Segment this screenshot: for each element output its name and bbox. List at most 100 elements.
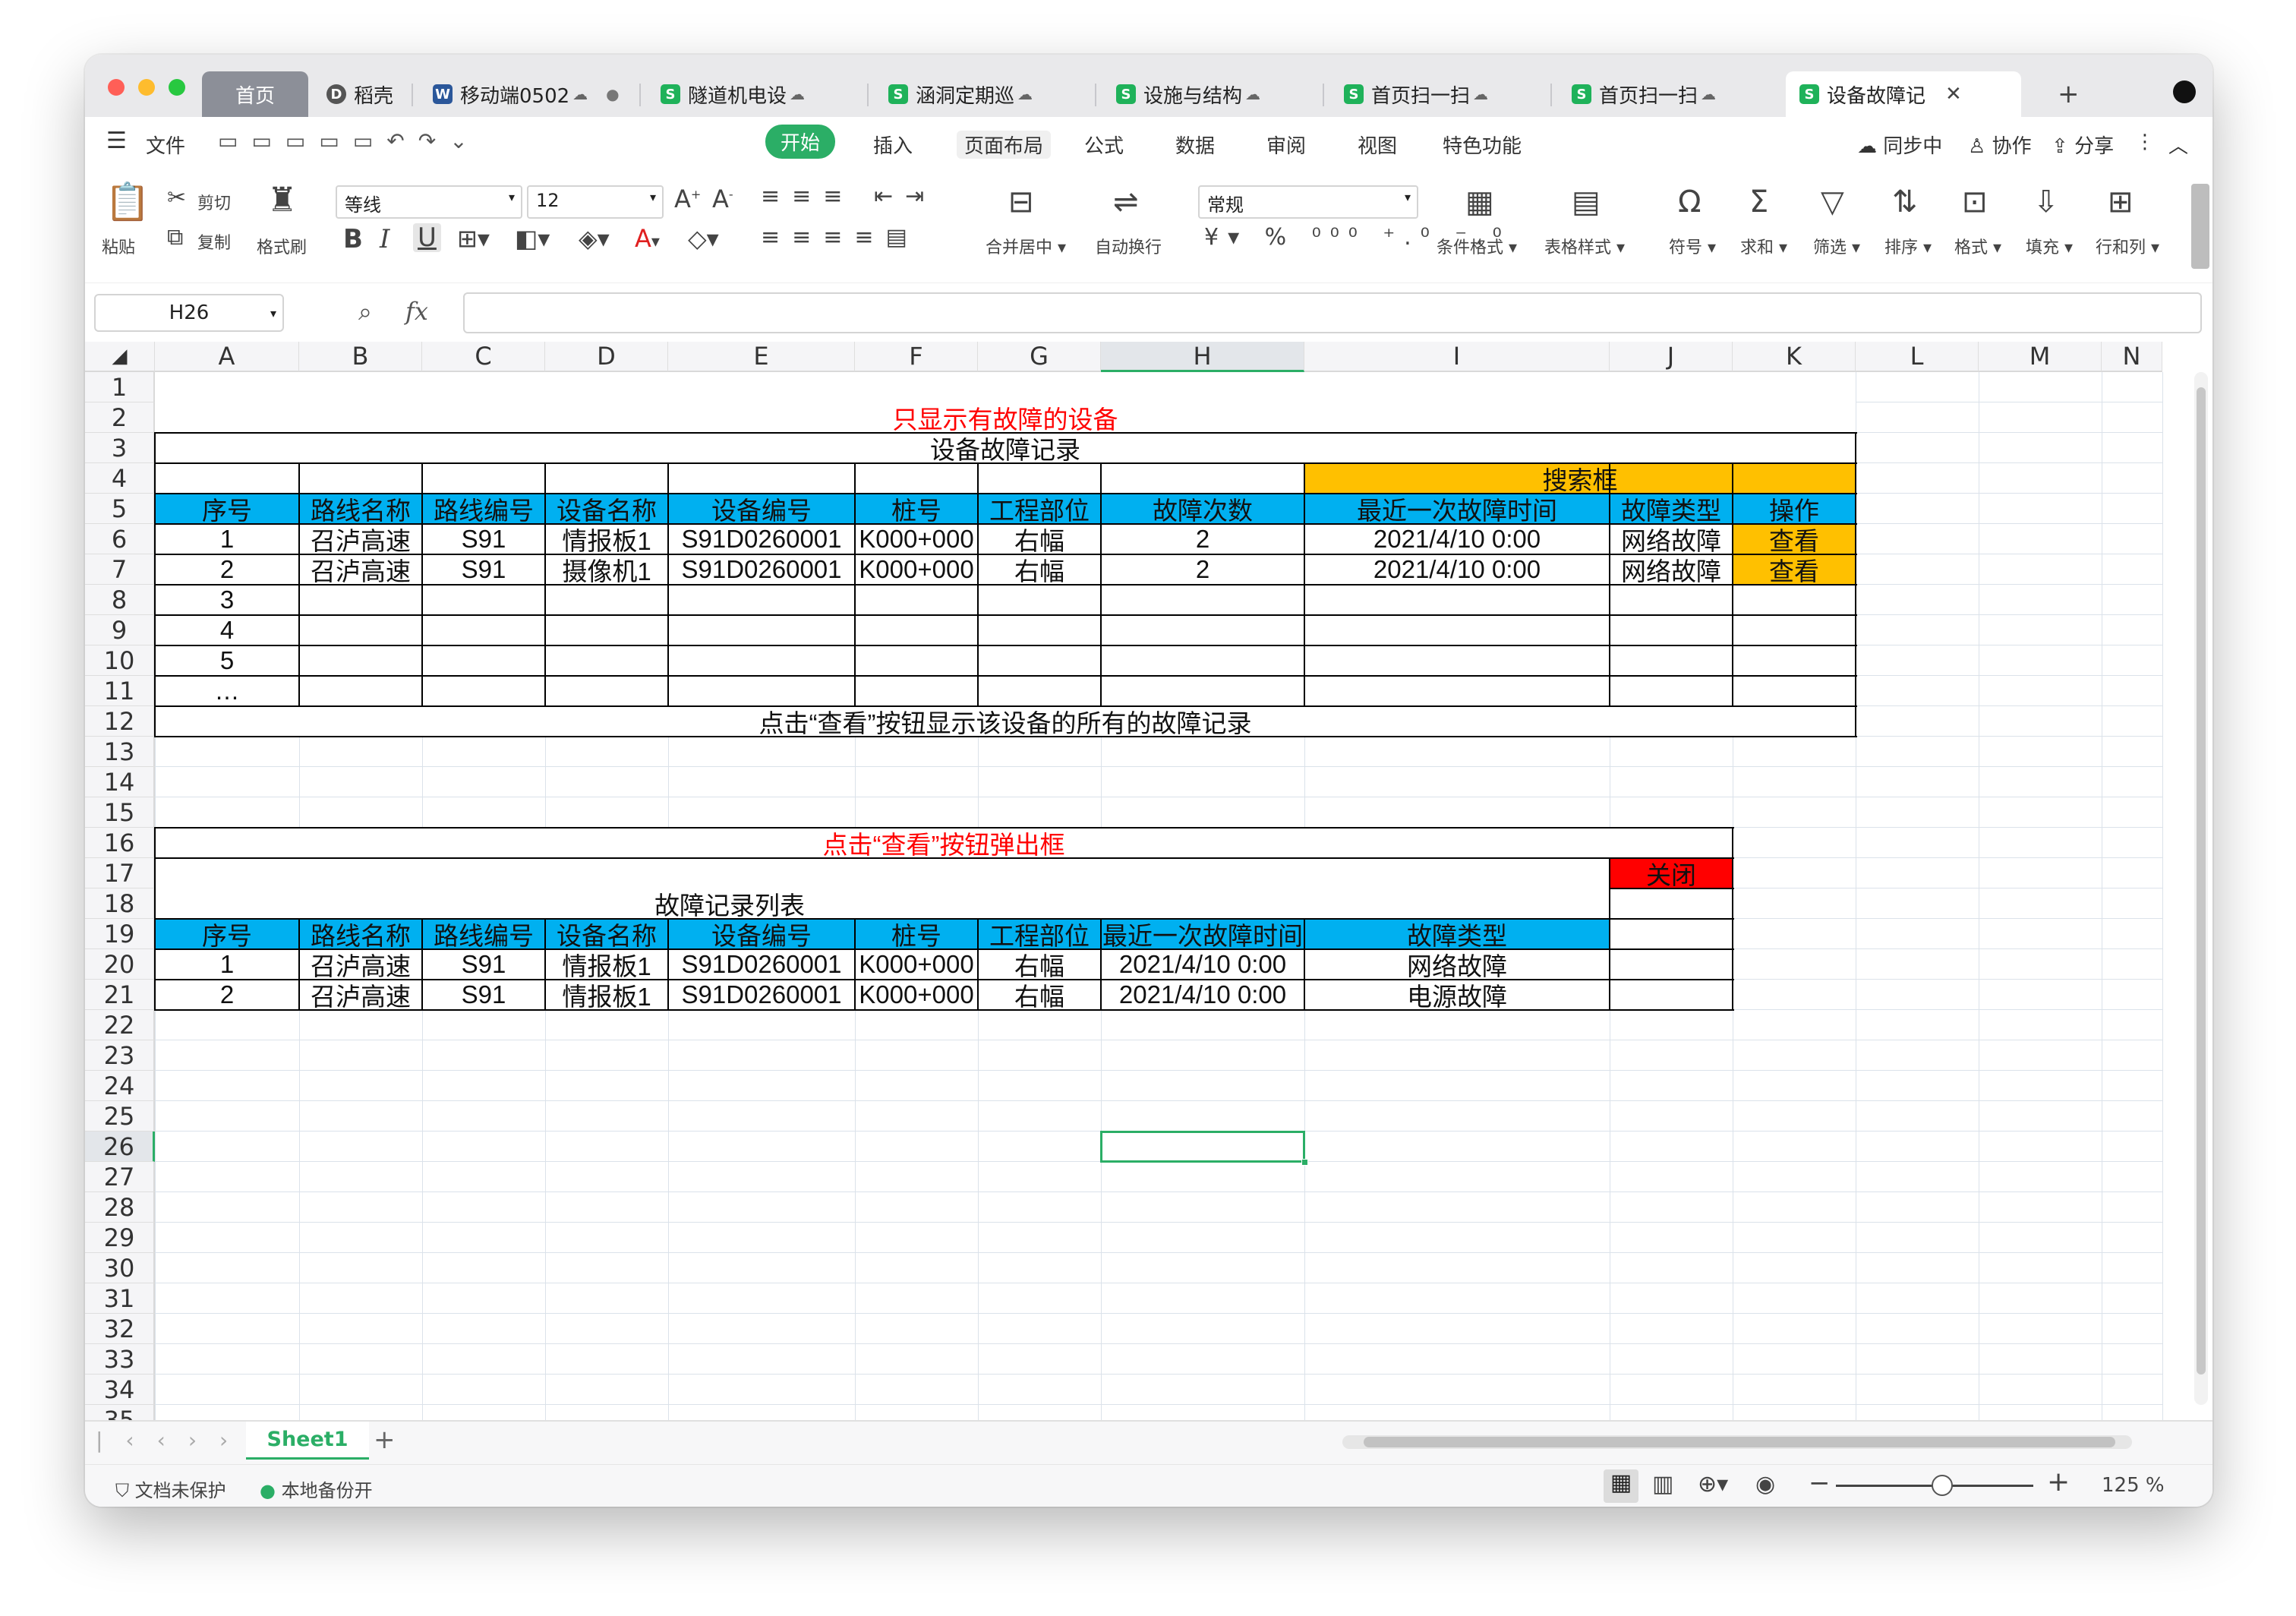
- row-header-15[interactable]: 15: [85, 797, 155, 828]
- tab-scan-1[interactable]: S 首页扫一扫 ☁: [1330, 71, 1550, 117]
- user-avatar[interactable]: [2173, 80, 2196, 103]
- column-header-m[interactable]: M: [1979, 342, 2102, 372]
- font-name-select[interactable]: 等线 ▾: [336, 185, 522, 219]
- wrap-text-icon[interactable]: ⇌: [1113, 187, 1139, 217]
- column-header-f[interactable]: F: [855, 342, 978, 372]
- symbol-button[interactable]: 符号 ▾: [1669, 234, 1716, 258]
- increase-font-icon[interactable]: A+: [674, 187, 701, 211]
- fill-button[interactable]: 填充 ▾: [2026, 234, 2073, 258]
- close-tab-icon[interactable]: ✕: [1945, 83, 1962, 106]
- tab-mobile[interactable]: W 移动端0502 ☁ ●: [419, 71, 639, 117]
- menu-tab-special[interactable]: 特色功能: [1443, 131, 1522, 159]
- zoom-slider[interactable]: [1836, 1475, 2033, 1496]
- collab-button[interactable]: ♙ 协作: [1968, 131, 2032, 159]
- file-menu[interactable]: 文件: [146, 131, 185, 159]
- tab-facility[interactable]: S 设施与结构 ☁: [1102, 71, 1323, 117]
- fill-handle[interactable]: [1301, 1159, 1308, 1166]
- cut-button[interactable]: 剪切: [197, 190, 231, 214]
- italic-icon[interactable]: I: [380, 226, 390, 252]
- zoom-out-button[interactable]: −: [1809, 1468, 1831, 1498]
- row-col-button[interactable]: 行和列 ▾: [2096, 234, 2159, 258]
- row-header-21[interactable]: 21: [85, 980, 155, 1010]
- align-vertical-icons[interactable]: ≡≡≡ ⇤⇥: [761, 185, 936, 208]
- sort-button[interactable]: 排序 ▾: [1884, 234, 1932, 258]
- view-button[interactable]: 查看: [1733, 524, 1856, 554]
- format-icon[interactable]: ⊡: [1962, 187, 1988, 217]
- row-header-2[interactable]: 2: [85, 402, 155, 433]
- column-header-c[interactable]: C: [422, 342, 545, 372]
- format-painter-icon[interactable]: ♜: [267, 184, 297, 217]
- column-header-n[interactable]: N: [2102, 342, 2162, 372]
- row-header-22[interactable]: 22: [85, 1010, 155, 1040]
- sum-button[interactable]: 求和 ▾: [1740, 234, 1787, 258]
- tab-home[interactable]: 首页: [202, 71, 308, 117]
- font-color-icon[interactable]: A▾: [635, 226, 660, 251]
- close-window-button[interactable]: [108, 79, 125, 96]
- row-header-13[interactable]: 13: [85, 737, 155, 767]
- tab-fault-record[interactable]: S 设备故障记 ✕: [1786, 71, 2021, 117]
- row-header-10[interactable]: 10: [85, 645, 155, 676]
- protect-status[interactable]: ⛉ 文档未保护: [115, 1476, 226, 1502]
- selected-cell-h26[interactable]: [1100, 1131, 1305, 1163]
- filter-icon[interactable]: ▽: [1821, 187, 1844, 217]
- conditional-format-icon[interactable]: ▦: [1465, 187, 1494, 217]
- tab-tunnel[interactable]: S 隧道机电设 ☁: [647, 71, 867, 117]
- format-button[interactable]: 格式 ▾: [1954, 234, 2001, 258]
- row-header-19[interactable]: 19: [85, 919, 155, 949]
- paste-icon[interactable]: 📋: [105, 184, 150, 220]
- menu-tab-start[interactable]: 开始: [765, 125, 836, 159]
- paste-button[interactable]: 粘贴: [102, 234, 135, 258]
- column-header-j[interactable]: J: [1610, 342, 1733, 372]
- table-style-button[interactable]: 表格样式 ▾: [1544, 234, 1625, 258]
- search-box[interactable]: 搜索框: [1304, 463, 1856, 494]
- fx-button[interactable]: fx: [405, 297, 428, 326]
- select-all-corner[interactable]: ◢: [85, 342, 155, 372]
- row-header-27[interactable]: 27: [85, 1162, 155, 1192]
- new-tab-button[interactable]: +: [2044, 71, 2089, 117]
- sheet-tab-sheet1[interactable]: Sheet1: [246, 1422, 369, 1460]
- row-header-5[interactable]: 5: [85, 494, 155, 524]
- name-box[interactable]: H26 ▾: [94, 294, 284, 332]
- column-header-g[interactable]: G: [978, 342, 1101, 372]
- row-header-26[interactable]: 26: [85, 1132, 155, 1162]
- row-header-12[interactable]: 12: [85, 706, 155, 737]
- filter-button[interactable]: 筛选 ▾: [1813, 234, 1860, 258]
- sum-icon[interactable]: Σ: [1749, 187, 1768, 217]
- hamburger-menu-icon[interactable]: ☰: [106, 128, 127, 154]
- row-header-33[interactable]: 33: [85, 1344, 155, 1375]
- row-header-29[interactable]: 29: [85, 1223, 155, 1253]
- minimize-window-button[interactable]: [138, 79, 155, 96]
- backup-status[interactable]: ● 本地备份开: [260, 1476, 373, 1502]
- wrap-text-button[interactable]: 自动换行: [1095, 234, 1162, 258]
- menu-tab-data[interactable]: 数据: [1175, 131, 1215, 159]
- omega-icon[interactable]: Ω: [1678, 187, 1702, 217]
- spreadsheet-grid[interactable]: ◢ A B C D E F G H I J K L M N 1 2 3 4 5 6 7 8 9 10 11 12 13 14 15 16 1…: [85, 342, 2212, 1435]
- row-header-17[interactable]: 17: [85, 858, 155, 888]
- copy-button[interactable]: 复制: [197, 229, 231, 254]
- add-sheet-button[interactable]: +: [374, 1425, 396, 1455]
- row-header-32[interactable]: 32: [85, 1314, 155, 1344]
- menu-tab-insert[interactable]: 插入: [873, 131, 913, 159]
- fill-color-icon[interactable]: ◈▾: [579, 226, 610, 251]
- row-header-18[interactable]: 18: [85, 888, 155, 919]
- row-header-9[interactable]: 9: [85, 615, 155, 645]
- share-button[interactable]: ⇪ 分享: [2052, 131, 2114, 159]
- bold-icon[interactable]: B: [343, 226, 363, 252]
- page-view-icon[interactable]: ▥: [1652, 1471, 1673, 1498]
- eraser-icon[interactable]: ◇▾: [688, 226, 719, 251]
- formula-input[interactable]: [463, 292, 2202, 333]
- row-header-25[interactable]: 25: [85, 1101, 155, 1132]
- vertical-scroll-thumb[interactable]: [2197, 387, 2206, 1375]
- menu-tab-view[interactable]: 视图: [1358, 131, 1397, 159]
- font-size-select[interactable]: 12 ▾: [527, 185, 664, 219]
- menu-tab-formula[interactable]: 公式: [1084, 131, 1124, 159]
- scissors-icon[interactable]: ✂: [167, 187, 186, 210]
- row-header-31[interactable]: 31: [85, 1283, 155, 1314]
- column-header-k[interactable]: K: [1733, 342, 1856, 372]
- sort-icon[interactable]: ⇅: [1892, 187, 1918, 217]
- underline-icon[interactable]: U: [413, 223, 441, 252]
- collapse-ribbon-icon[interactable]: ︿: [2168, 131, 2188, 159]
- border-icon[interactable]: ⊞▾: [457, 226, 490, 251]
- fill-icon[interactable]: ⇩: [2033, 187, 2059, 217]
- table-style-icon[interactable]: ▤: [1572, 187, 1601, 217]
